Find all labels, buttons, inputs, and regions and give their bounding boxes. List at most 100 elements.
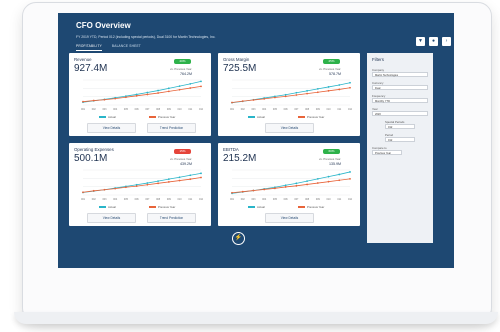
- data-point: [92, 99, 95, 102]
- x-tick-label: 008: [156, 108, 161, 111]
- filter-frequency-select[interactable]: Monthly YTD: [372, 98, 428, 103]
- data-point: [306, 180, 308, 183]
- data-point: [349, 81, 351, 84]
- chart-legend: Actual Previous Year: [89, 115, 199, 120]
- chart-legend: Actual Previous Year: [89, 205, 199, 210]
- filter-compare-to-select[interactable]: Previous Year: [372, 150, 402, 155]
- data-point: [327, 86, 330, 88]
- data-point: [146, 182, 149, 184]
- x-tick-label: 003: [251, 198, 256, 201]
- x-tick-label: 010: [327, 198, 332, 201]
- data-point: [200, 176, 202, 179]
- legend-actual: Actual: [108, 205, 116, 209]
- chart-legend: Actual Previous Year: [238, 205, 348, 210]
- data-point: [146, 183, 149, 186]
- x-tick-label: 001: [81, 108, 86, 111]
- data-point: [338, 179, 341, 182]
- data-point: [157, 92, 159, 94]
- data-point: [92, 189, 95, 192]
- data-point: [284, 95, 287, 98]
- filter-year-select[interactable]: 2020: [372, 111, 428, 116]
- filter-special-periods-select[interactable]: 012: [385, 124, 415, 129]
- panel-value: 927.4M: [74, 63, 108, 74]
- x-tick-label: 009: [167, 108, 172, 111]
- line-chart: 001 002 003 004 005 006 007 008 009 010 011 012: [81, 79, 204, 111]
- x-tick-label: 006: [135, 108, 140, 111]
- previous-value: 439.2M: [180, 162, 192, 166]
- filter-icon: ▼: [418, 38, 423, 44]
- view-details-button[interactable]: View Details: [265, 213, 314, 223]
- legend-previous: Previous Year: [158, 115, 176, 119]
- data-point: [125, 96, 127, 99]
- x-tick-label: 005: [124, 108, 129, 111]
- data-point: [327, 175, 330, 178]
- x-tick-label: 004: [262, 108, 267, 111]
- data-point: [167, 87, 170, 90]
- settings-button[interactable]: ●: [429, 37, 438, 46]
- data-point: [167, 181, 170, 183]
- data-point: [178, 176, 181, 179]
- data-point: [114, 97, 117, 100]
- lightning-icon[interactable]: ⚡: [232, 232, 245, 245]
- x-tick-label: 004: [113, 108, 118, 111]
- data-point: [338, 88, 341, 91]
- data-point: [103, 98, 106, 101]
- series-line-actual: [231, 82, 351, 104]
- filters-title: Filters: [372, 57, 384, 62]
- data-point: [252, 99, 255, 101]
- series-line-previous-year: [231, 87, 351, 103]
- filter-period-select[interactable]: 012: [385, 137, 415, 142]
- line-chart: 001 002 003 004 005 006 007 008 009 010 011 012: [230, 79, 353, 111]
- data-point: [125, 186, 127, 189]
- data-point: [200, 172, 202, 175]
- data-point: [284, 184, 287, 187]
- kpi-panel-revenue: Revenue 927.4M 20% vs. Previous Year 764…: [69, 53, 211, 136]
- previous-value: 135.9M: [329, 162, 341, 166]
- x-tick-label: 001: [230, 108, 235, 111]
- trend-badge: 60%: [323, 149, 340, 154]
- x-tick-label: 012: [348, 108, 353, 111]
- legend-swatch-previous: [149, 116, 156, 118]
- x-tick-label: 006: [135, 198, 140, 201]
- x-tick-label: 011: [188, 198, 192, 201]
- trend-prediction-button[interactable]: Trend Prediction: [147, 213, 196, 223]
- next-button[interactable]: ›: [442, 37, 451, 46]
- x-tick-label: 011: [188, 108, 192, 111]
- page-subtitle: FY 2019 YTD, Period 012 (including speci…: [76, 35, 216, 39]
- trend-prediction-button[interactable]: Trend Prediction: [147, 123, 196, 133]
- data-point: [284, 93, 287, 96]
- view-details-button[interactable]: View Details: [87, 213, 136, 223]
- data-point: [327, 89, 330, 92]
- data-point: [349, 171, 351, 173]
- x-tick-label: 012: [348, 198, 353, 201]
- filter-currency-select[interactable]: Dual: [372, 85, 428, 90]
- view-details-button[interactable]: View Details: [87, 123, 136, 133]
- series-line-actual: [82, 80, 202, 103]
- data-point: [306, 183, 308, 186]
- view-details-button[interactable]: View Details: [265, 123, 314, 133]
- data-point: [178, 88, 181, 91]
- data-point: [338, 173, 341, 176]
- tab-balance-sheet[interactable]: BALANCE SHEET: [112, 44, 141, 51]
- x-tick-label: 002: [241, 108, 246, 111]
- data-point: [82, 191, 84, 194]
- panel-title: Gross Margin: [223, 57, 250, 62]
- x-tick-label: 001: [81, 198, 86, 201]
- filter-company-select[interactable]: Martin Technologies: [372, 72, 428, 77]
- filters-panel: Filters Company Martin Technologies Curr…: [367, 53, 433, 243]
- legend-previous: Previous Year: [307, 115, 325, 119]
- series-line-previous-year: [82, 177, 202, 193]
- x-tick-label: 006: [284, 108, 289, 111]
- data-point: [316, 87, 319, 90]
- filter-button[interactable]: ▼: [416, 37, 425, 46]
- x-tick-label: 011: [337, 108, 341, 111]
- x-tick-label: 005: [273, 108, 278, 111]
- previous-value: 578.7M: [329, 72, 341, 76]
- data-point: [167, 178, 170, 181]
- legend-actual: Actual: [108, 115, 116, 119]
- data-point: [157, 180, 159, 183]
- series-line-actual: [82, 172, 202, 193]
- tab-profitability[interactable]: PROFITABILITY: [76, 44, 102, 51]
- kpi-panel-ebitda: EBITDA 215.2M 60% vs. Previous Year 135.…: [218, 143, 360, 226]
- data-point: [316, 182, 319, 184]
